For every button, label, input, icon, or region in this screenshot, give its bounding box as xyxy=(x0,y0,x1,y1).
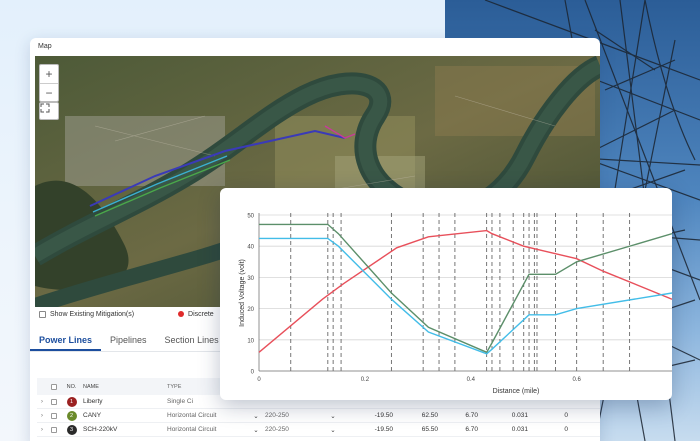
y-tick-label: 0 xyxy=(251,370,255,376)
fullscreen-icon xyxy=(40,103,50,113)
show-mitigation-checkbox[interactable] xyxy=(39,310,46,318)
y-tick-label: 20 xyxy=(247,307,254,313)
show-mitigation-label: Show Existing Mitigation(s) xyxy=(50,310,135,318)
row-value-1: -19.50 xyxy=(374,412,393,419)
series-line-2 xyxy=(259,223,672,354)
chevron-down-icon[interactable]: ⌄ xyxy=(313,426,353,434)
select-all-checkbox[interactable] xyxy=(50,383,57,390)
row-value-4: 0.031 xyxy=(511,426,528,433)
col-name: NAME xyxy=(83,383,99,390)
panel-title: Map xyxy=(38,43,52,50)
row-checkbox[interactable] xyxy=(50,398,57,405)
y-tick-label: 40 xyxy=(247,245,254,251)
row-number-badge: 1 xyxy=(66,396,77,407)
x-tick-label: 0.4 xyxy=(467,377,476,383)
expand-chevron-icon[interactable]: › xyxy=(37,398,47,405)
fullscreen-button[interactable] xyxy=(39,102,59,120)
induced-voltage-chart: 0 10 20 30 40 50 0 0.2 0.4 0.6 Distance (mile) Indu… xyxy=(239,213,672,395)
x-tick-label: 0 xyxy=(257,377,261,383)
y-tick-label: 30 xyxy=(247,276,254,282)
row-name: SCH-220kV xyxy=(83,426,118,433)
row-name: Liberty xyxy=(83,398,103,405)
tab-pipelines[interactable]: Pipelines xyxy=(101,335,156,351)
row-value-2: 62.50 xyxy=(421,412,438,419)
row-value-3: 6.70 xyxy=(465,412,478,419)
row-value-3: 6.70 xyxy=(465,426,478,433)
expand-chevron-icon[interactable]: › xyxy=(37,426,47,433)
y-tick-label: 10 xyxy=(247,338,254,344)
discrete-label: Discrete xyxy=(188,310,214,318)
row-number-badge: 2 xyxy=(66,410,77,421)
row-number-badge: 3 xyxy=(66,424,77,435)
induced-voltage-chart-card: 0 10 20 30 40 50 0 0.2 0.4 0.6 Distance (mile) Indu… xyxy=(220,188,672,400)
series-line-3 xyxy=(259,237,672,355)
row-value-1: -19.50 xyxy=(374,426,393,433)
table-row[interactable]: › 3 SCH-220kV Horizontal Circuit ⌄ 220-2… xyxy=(37,423,600,437)
row-checkbox[interactable] xyxy=(50,426,57,433)
row-name: CANY xyxy=(83,412,102,419)
x-axis-label: Distance (mile) xyxy=(493,388,540,395)
zoom-in-button[interactable]: + xyxy=(40,65,58,83)
discrete-dot-icon xyxy=(178,311,185,317)
col-no: NO. xyxy=(66,383,77,390)
x-tick-label: 0.2 xyxy=(361,377,370,383)
chevron-down-icon[interactable]: ⌄ xyxy=(247,426,265,434)
row-value-4: 0.031 xyxy=(511,412,528,419)
row-checkbox[interactable] xyxy=(50,412,57,419)
x-tick-label: 0.6 xyxy=(573,377,582,383)
row-type: Horizontal Circuit xyxy=(167,426,217,433)
chevron-down-icon[interactable]: ⌄ xyxy=(313,412,353,420)
chevron-down-icon[interactable]: ⌄ xyxy=(247,412,265,420)
table-row[interactable]: › 2 CANY Horizontal Circuit ⌄ 220-250 ⌄ … xyxy=(37,409,600,423)
expand-chevron-icon[interactable]: › xyxy=(37,412,47,419)
row-type: Horizontal Circuit xyxy=(167,412,217,419)
y-axis-label: Induced Voltage (volt) xyxy=(239,259,246,327)
y-tick-label: 50 xyxy=(247,214,254,220)
row-value-2: 65.50 xyxy=(421,426,438,433)
zoom-control: + − xyxy=(39,64,59,102)
row-voltage: 220-250 xyxy=(265,426,289,433)
tab-section-lines[interactable]: Section Lines xyxy=(156,335,228,351)
zoom-out-button[interactable]: − xyxy=(40,83,58,101)
row-value-5: 0 xyxy=(564,426,568,433)
series-line-1 xyxy=(258,229,672,353)
row-value-5: 0 xyxy=(564,412,568,419)
tab-power-lines[interactable]: Power Lines xyxy=(30,335,102,351)
row-voltage: 220-250 xyxy=(265,412,289,419)
